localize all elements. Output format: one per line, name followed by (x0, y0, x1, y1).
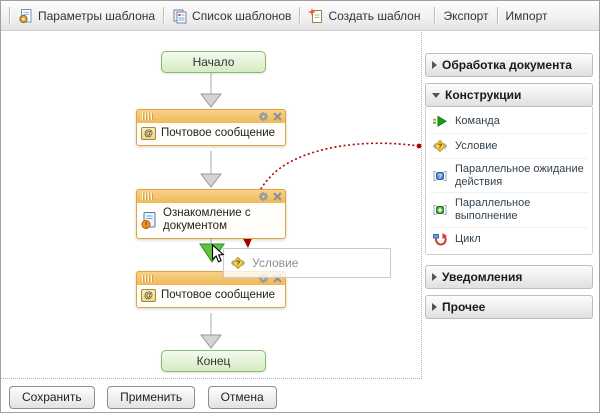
mouse-cursor-icon (211, 244, 225, 264)
palette-item-loop[interactable]: Цикл (430, 228, 588, 252)
svg-text:?: ? (236, 259, 241, 268)
end-node[interactable]: Конец (161, 350, 266, 372)
template-list-button[interactable]: Список шаблонов (168, 5, 295, 27)
toolbar: Параметры шаблона Список шаблонов (1, 1, 599, 31)
flow-arrow-icon (201, 174, 221, 187)
activity-node-mail-1[interactable]: @ Почтовое сообщение (136, 109, 286, 146)
palette-item-label: Команда (455, 115, 500, 128)
chevron-right-icon (432, 273, 437, 281)
toolbar-separator (299, 7, 300, 24)
flow-arrow-icon (201, 94, 221, 107)
activity-node-review[interactable]: Ознакомление с документом (136, 189, 286, 239)
parallel-execution-icon (432, 202, 448, 218)
toolbar-separator (9, 7, 10, 24)
section-title: Прочее (442, 300, 485, 314)
activity-title: Ознакомление с документом (163, 207, 281, 233)
parallel-wait-icon: ? (432, 168, 448, 184)
chevron-right-icon (432, 303, 437, 311)
close-icon[interactable] (273, 192, 282, 201)
toolbar-separator (163, 7, 164, 24)
section-title: Обработка документа (442, 58, 572, 72)
toolbar-button-label: Список шаблонов (192, 9, 291, 23)
workflow-template-editor-window: Параметры шаблона Список шаблонов (0, 0, 600, 413)
drag-grip-icon[interactable] (142, 113, 152, 120)
apply-button[interactable]: Применить (107, 386, 195, 409)
activity-header[interactable] (137, 110, 285, 123)
activity-header[interactable] (137, 190, 285, 203)
palette-item-label: Параллельное ожидание действия (455, 163, 586, 188)
chevron-down-icon (432, 93, 440, 98)
template-settings-button[interactable]: Параметры шаблона (14, 5, 159, 27)
toolbar-button-label: Создать шаблон (328, 9, 420, 23)
close-icon[interactable] (273, 112, 282, 121)
svg-text:?: ? (438, 173, 442, 180)
section-document-processing[interactable]: Обработка документа (425, 53, 593, 77)
template-create-button[interactable]: Создать шаблон (304, 5, 424, 27)
palette-item-label: Цикл (455, 233, 481, 246)
document-alert-icon (141, 211, 158, 230)
save-button[interactable]: Сохранить (9, 386, 95, 409)
drag-grip-icon[interactable] (142, 193, 152, 200)
start-node-label: Начало (193, 55, 235, 69)
section-other[interactable]: Прочее (425, 295, 593, 319)
toolbar-separator (497, 7, 498, 24)
template-create-icon (308, 8, 324, 24)
mail-icon: @ (141, 127, 156, 140)
condition-icon: ? (432, 138, 448, 154)
palette-item-label: Условие (455, 140, 498, 153)
import-button[interactable]: Импорт (502, 6, 552, 26)
loop-icon (432, 232, 448, 248)
command-icon (432, 113, 448, 129)
cancel-button[interactable]: Отмена (208, 386, 277, 409)
drag-ghost-label: Условие (252, 256, 298, 270)
flow-arrow-icon (201, 335, 221, 348)
template-list-icon (172, 8, 188, 24)
end-node-label: Конец (197, 354, 231, 368)
section-notifications[interactable]: Уведомления (425, 265, 593, 289)
palette-item-label: Параллельное выполнение (455, 197, 586, 222)
activity-title: Почтовое сообщение (161, 127, 275, 140)
palette-item-parallel-wait[interactable]: ? Параллельное ожидание действия (430, 159, 588, 193)
palette-item-command[interactable]: Команда (430, 109, 588, 134)
gear-icon[interactable] (258, 111, 269, 122)
palette-item-condition[interactable]: ? Условие (430, 134, 588, 159)
chevron-right-icon (432, 61, 437, 69)
mail-icon: @ (141, 289, 156, 302)
section-title: Уведомления (442, 270, 522, 284)
palette-item-parallel-execution[interactable]: Параллельное выполнение (430, 193, 588, 227)
constructions-panel: Команда ? Условие (425, 107, 593, 255)
toolbar-button-label: Импорт (506, 9, 548, 23)
section-title: Конструкции (445, 88, 521, 102)
template-settings-icon (18, 8, 34, 24)
drag-grip-icon[interactable] (142, 275, 152, 282)
toolbar-button-label: Экспорт (443, 9, 488, 23)
drag-ghost: ? Условие (223, 248, 391, 278)
start-node[interactable]: Начало (161, 51, 266, 73)
section-constructions[interactable]: Конструкции (425, 83, 593, 107)
condition-icon: ? (230, 255, 246, 271)
svg-text:?: ? (438, 142, 443, 151)
toolbar-button-label: Параметры шаблона (38, 9, 155, 23)
toolbar-separator (434, 7, 435, 24)
gear-icon[interactable] (258, 191, 269, 202)
activity-title: Почтовое сообщение (161, 289, 275, 302)
workflow-canvas[interactable]: Начало @ Почтовое сообщение (1, 32, 422, 379)
palette-sidebar: Обработка документа Конструкции Команда (425, 53, 593, 319)
footer-bar: Сохранить Применить Отмена (1, 380, 599, 412)
export-button[interactable]: Экспорт (439, 6, 492, 26)
